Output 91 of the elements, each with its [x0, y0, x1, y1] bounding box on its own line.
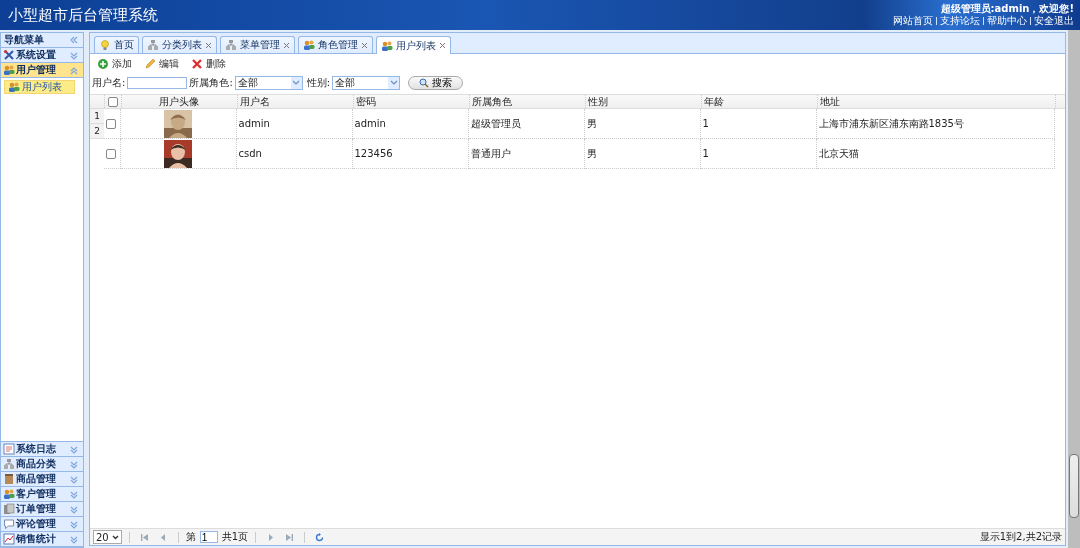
table-cell: 北京天猫: [818, 147, 859, 159]
close-icon[interactable]: [205, 41, 212, 49]
table-cell: 1: [702, 148, 709, 159]
last-page-icon: [285, 532, 295, 542]
app-title: 小型超市后台管理系统: [8, 5, 158, 25]
header-link[interactable]: 网站首页: [893, 15, 933, 27]
field-label: 性别:: [306, 76, 331, 90]
sidebar-item[interactable]: 用户列表: [4, 80, 75, 94]
dropdown[interactable]: 全部: [234, 76, 303, 90]
pager-summary: 显示1到2,共2记录: [979, 530, 1062, 544]
table-cell: admin: [354, 118, 386, 129]
field-label: 所属角色:: [189, 76, 233, 90]
refresh-icon: [315, 532, 325, 542]
column-header[interactable]: 年龄: [703, 96, 724, 107]
tab[interactable]: 菜单管理: [220, 36, 295, 53]
tab[interactable]: 首页: [94, 36, 139, 53]
table-cell: 上海市浦东新区浦东南路1835号: [818, 117, 964, 129]
sidebar-title: 导航菜单: [4, 33, 44, 47]
document-icon: [3, 503, 15, 515]
hierarchy-icon: [3, 458, 15, 470]
tab[interactable]: 角色管理: [298, 36, 373, 53]
page-number-field[interactable]: 1: [199, 531, 218, 543]
first-page-icon: [139, 532, 149, 542]
checkbox[interactable]: [106, 148, 116, 159]
header-link[interactable]: 安全退出: [1034, 15, 1074, 27]
next-page-icon: [266, 532, 276, 542]
table-cell: 1: [702, 118, 709, 129]
accordion-header[interactable]: 销售统计: [1, 532, 83, 547]
column-header[interactable]: 所属角色: [471, 96, 512, 107]
header-link[interactable]: 支持论坛: [940, 15, 980, 27]
users-icon: [3, 64, 15, 76]
accordion-header[interactable]: 系统日志: [1, 442, 83, 457]
search-icon: [419, 78, 430, 88]
column-header[interactable]: 地址: [819, 96, 840, 107]
close-icon[interactable]: [283, 41, 290, 49]
delete-icon: [191, 58, 203, 70]
accordion-header[interactable]: 用户管理: [1, 63, 83, 78]
collapse-sidebar-icon: [69, 35, 79, 45]
accordion-header[interactable]: 商品管理: [1, 472, 83, 487]
add-icon: [97, 58, 109, 70]
users-icon: [381, 39, 393, 52]
field-label: 用户名:: [92, 76, 126, 90]
checkbox[interactable]: [106, 118, 116, 129]
tab[interactable]: 分类列表: [142, 36, 217, 53]
toolbar-button[interactable]: 删除: [188, 56, 229, 72]
goods-icon: [3, 473, 15, 485]
search-button[interactable]: 搜索: [408, 76, 464, 90]
table-cell: 普通用户: [470, 147, 511, 159]
users-icon: [8, 81, 20, 93]
toolbar-button[interactable]: 编辑: [141, 56, 182, 72]
tab[interactable]: 用户列表: [376, 36, 451, 54]
pager-label: 第: [185, 530, 196, 544]
page-size-dropdown[interactable]: 20: [93, 530, 122, 544]
username-field[interactable]: [127, 77, 188, 89]
row-number: 2: [90, 124, 104, 139]
row-number: 1: [90, 109, 104, 124]
close-icon[interactable]: [361, 41, 368, 49]
column-header[interactable]: 用户头像: [159, 96, 199, 107]
column-header[interactable]: 性别: [587, 96, 608, 107]
pencil-icon: [144, 58, 156, 70]
users-icon: [3, 488, 15, 500]
bulb-icon: [99, 39, 111, 51]
accordion-header[interactable]: 客户管理: [1, 487, 83, 502]
previous-page-icon: [158, 532, 168, 542]
table-cell: 男: [586, 117, 597, 129]
users-icon: [303, 39, 315, 51]
close-icon[interactable]: [439, 42, 446, 49]
chart-icon: [3, 533, 15, 545]
table-cell: 123456: [354, 148, 393, 159]
table-cell: 男: [586, 147, 597, 159]
accordion-header[interactable]: 商品分类: [1, 457, 83, 472]
table-cell: csdn: [238, 148, 262, 159]
accordion-header[interactable]: 订单管理: [1, 502, 83, 517]
toolbar-button[interactable]: 添加: [94, 56, 135, 72]
accordion-header[interactable]: 系统设置: [1, 48, 83, 63]
hierarchy-icon: [147, 39, 159, 51]
column-header[interactable]: 密码: [355, 96, 376, 107]
header-link[interactable]: 帮助中心: [987, 15, 1027, 27]
log-icon: [3, 443, 15, 455]
checkbox[interactable]: [108, 96, 118, 107]
pager-label: 共1页: [221, 530, 249, 544]
table-cell: 超级管理员: [470, 117, 521, 129]
comment-icon: [3, 518, 15, 530]
tools-icon: [3, 49, 15, 61]
column-header[interactable]: 用户名: [239, 96, 270, 107]
hierarchy-icon: [225, 39, 237, 51]
table-cell: admin: [238, 118, 270, 129]
dropdown[interactable]: 全部: [332, 76, 401, 90]
welcome-text: 超级管理员:admin，欢迎您!: [940, 3, 1074, 15]
scrollbar[interactable]: [1068, 30, 1080, 548]
accordion-header[interactable]: 评论管理: [1, 517, 83, 532]
